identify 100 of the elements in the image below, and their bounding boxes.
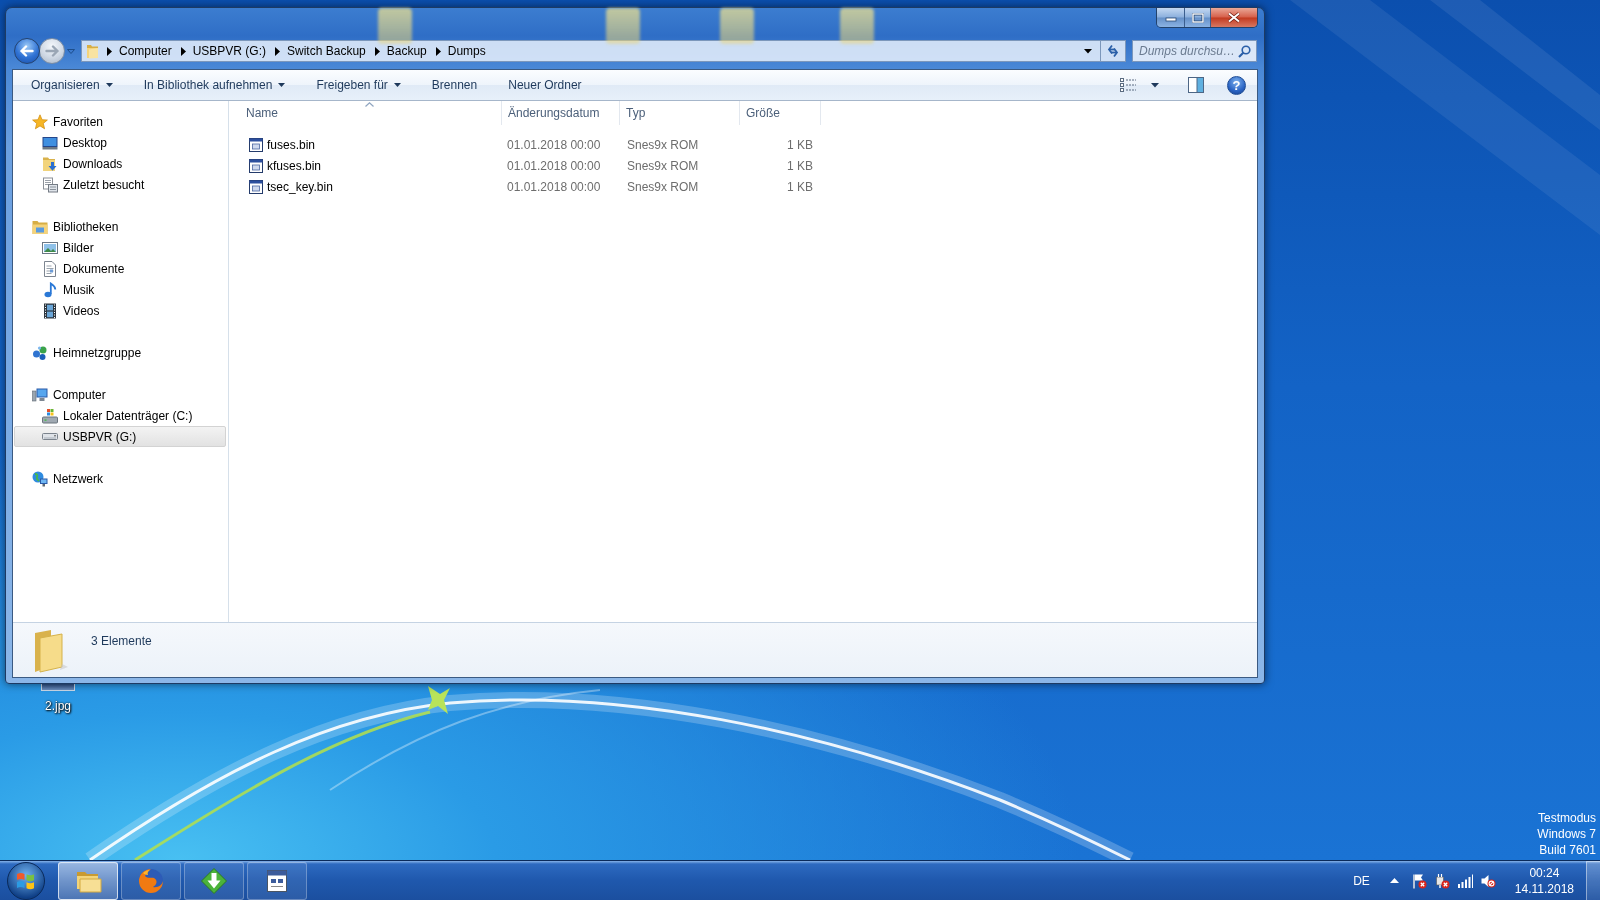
sidebar-item[interactable]: Lokaler Datenträger (C:) [14,405,226,426]
desktop-notice-text: Windows 7 [1537,826,1596,842]
sidebar-item[interactable]: Favoriten [14,111,226,132]
modified-date: 01.01.2018 00:00 [506,136,602,154]
search-field[interactable]: Dumps durchsu… [1132,40,1257,62]
sidebar-item[interactable]: Computer [14,384,226,405]
modified-date: 01.01.2018 00:00 [506,178,602,196]
minimize-button[interactable] [1157,8,1185,27]
chevron-up-icon [1390,878,1400,883]
sidebar-item[interactable]: Bibliotheken [14,216,226,237]
refresh-button[interactable] [1101,40,1126,62]
file-size: 1 KB [786,178,814,196]
film-strip-icon [42,302,58,319]
language-button[interactable]: DE [1349,868,1374,893]
taskbar-button[interactable] [58,861,118,900]
flag-icon[interactable] [1410,872,1427,889]
file-name[interactable]: kfuses.bin [267,158,322,173]
maximize-button[interactable] [1185,8,1211,27]
blurred-desktop-icon [720,8,754,44]
toolbar-button[interactable]: Neuer Ordner [497,73,593,97]
chevron-right-icon [275,46,281,56]
signal-bars-icon[interactable] [1456,872,1473,889]
picture-icon [42,239,58,256]
sidebar-item[interactable]: Heimnetzgruppe [14,342,226,363]
sidebar-item[interactable]: Musik [14,279,226,300]
preview-pane-icon [1188,77,1204,93]
breadcrumb[interactable]: Backup [383,41,430,61]
download-arrow-icon [200,866,228,895]
recent-places-icon [42,176,58,193]
globe-icon [137,866,165,895]
sidebar-item[interactable]: Bilder [14,237,226,258]
back-button[interactable] [14,38,40,64]
close-button[interactable] [1211,8,1257,27]
modified-date: 01.01.2018 00:00 [506,157,602,175]
document-icon [42,260,58,277]
download-folder-icon [42,155,58,172]
computer-icon [32,386,48,403]
drive-icon [42,433,58,440]
desktop-notice-text: Build 7601 [1539,842,1596,858]
file-size: 1 KB [786,136,814,154]
system-drive-icon [42,407,58,424]
music-note-icon [42,281,58,298]
item-count: 3 Elemente [91,634,152,648]
toolbar-button[interactable]: In Bibliothek aufnehmen [132,73,297,97]
blurred-desktop-icon [840,8,874,44]
close-icon [1227,12,1241,23]
folder-icon [86,43,99,59]
file-type: Snes9x ROM [626,136,700,154]
breadcrumb[interactable]: USBPVR (G:) [189,41,270,61]
breadcrumb[interactable]: Computer [116,41,175,61]
sidebar-item[interactable]: Zuletzt besucht [14,174,226,195]
file-name[interactable]: tsec_key.bin [267,179,333,194]
sidebar-item[interactable]: Dokumente [14,258,226,279]
refresh-arrows-icon [1106,44,1120,58]
clock-button[interactable]: 00:24 14.11.2018 [1508,864,1580,897]
star-icon [32,113,48,130]
chevron-right-icon [107,46,112,56]
caret-down-icon [1084,48,1092,54]
arrow-right-icon [45,45,59,57]
caret-down-icon [278,83,286,87]
sidebar-item[interactable]: Downloads [14,153,226,174]
library-folder-icon [32,218,48,235]
breadcrumb[interactable]: Switch Backup [284,41,369,61]
caret-down-icon [393,83,401,87]
caret-down-icon [67,48,75,54]
toolbar-button[interactable]: Organisieren [20,73,124,97]
plug-icon[interactable] [1433,872,1450,889]
file-name[interactable]: fuses.bin [267,137,316,152]
chevron-right-icon [374,46,380,56]
caret-down-icon [1151,82,1159,88]
taskbar-button[interactable] [247,861,307,900]
four-point-star-icon [428,686,450,714]
image-thumbnail [41,684,75,691]
search-icon [1238,44,1251,58]
blurred-desktop-icon [378,8,412,44]
sort-caret-icon [364,102,374,107]
arrow-left-icon [20,45,34,57]
address-bar[interactable]: Computer USBPVR (G:) Switch Backup Backup Dumps [81,40,1101,62]
toolbar-button[interactable]: Freigeben für [305,73,412,97]
taskbar-button[interactable] [184,861,244,900]
folder-icon [32,629,70,673]
blurred-desktop-icon [606,8,640,44]
file-icon [248,136,264,153]
sidebar-item[interactable]: Desktop [14,132,226,153]
sidebar-item[interactable]: Videos [14,300,226,321]
speaker-muted-icon[interactable] [1479,872,1496,889]
chevron-right-icon [180,46,186,56]
list-view-icon [1120,78,1136,92]
toolbar-button[interactable]: Brennen [420,73,489,97]
network-globe-icon [32,470,48,487]
breadcrumb[interactable]: Dumps [444,41,489,61]
sidebar-item[interactable]: USBPVR (G:) [14,426,226,447]
chevron-right-icon [435,46,441,56]
file-icon [248,178,264,195]
file-icon [248,157,264,174]
file-type: Snes9x ROM [626,157,700,175]
desktop-notice-text: Testmodus [1537,810,1596,826]
sidebar-item[interactable]: Netzwerk [14,468,226,489]
homegroup-icon [32,344,48,361]
show-desktop-button[interactable] [1586,860,1600,900]
